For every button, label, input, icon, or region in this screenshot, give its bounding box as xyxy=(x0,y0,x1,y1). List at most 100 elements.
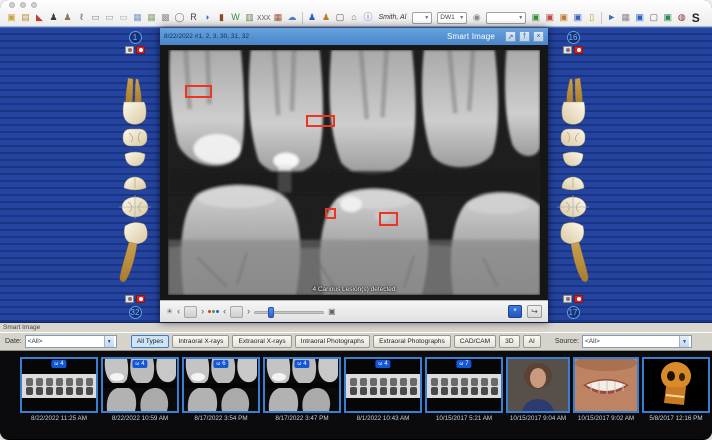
capture-red-icon[interactable]: ▣ xyxy=(543,10,556,25)
image-blue-icon[interactable]: ▦ xyxy=(131,10,144,25)
alert-chart-icon[interactable] xyxy=(136,46,145,54)
xray-image[interactable]: 4 Carious Lesion(s) detected xyxy=(168,50,540,295)
mic-icon[interactable]: ◉ xyxy=(470,10,483,25)
patient-orange-icon[interactable]: ♟ xyxy=(320,10,333,25)
zoom-slider[interactable] xyxy=(254,307,324,317)
table-icon[interactable]: ▦ xyxy=(619,10,632,25)
filter-button-extraoral-photographs[interactable]: Extraoral Photographs xyxy=(373,335,451,348)
tooth-illustrations-right[interactable] xyxy=(555,76,591,288)
app-green-icon[interactable]: ▣ xyxy=(661,10,674,25)
filter-button-extraoral-x-rays[interactable]: Extraoral X-rays xyxy=(232,335,291,348)
pin-icon[interactable]: † xyxy=(519,31,530,42)
tooth-illustrations-left[interactable] xyxy=(117,76,153,288)
carious-lesion-box-3[interactable] xyxy=(325,208,336,219)
letter-r-tool-icon[interactable]: R xyxy=(187,10,200,25)
rect-select-alt-icon[interactable]: ▭ xyxy=(103,10,116,25)
filter-button-3d[interactable]: 3D xyxy=(499,335,519,348)
cloud-sync-icon[interactable]: ☁ xyxy=(286,10,299,25)
tooth-number-1[interactable]: 1 xyxy=(129,31,142,44)
workstation-icon[interactable]: ⌂ xyxy=(348,10,361,25)
patient-copy-icon[interactable]: ♟ xyxy=(61,10,74,25)
carious-lesion-box-2[interactable] xyxy=(306,115,335,127)
logo-s[interactable]: S xyxy=(689,10,702,25)
patient-select[interactable]: ▼ xyxy=(412,12,432,24)
alert-chart-icon[interactable] xyxy=(574,295,583,303)
zoom-level-label[interactable]: xxx xyxy=(257,10,271,25)
record-icon[interactable]: ◍ xyxy=(675,10,688,25)
circle-tool-icon[interactable]: ◯ xyxy=(173,10,186,25)
tooth-number-17[interactable]: 17 xyxy=(567,306,580,319)
annotate-flag-icon[interactable]: ◣ xyxy=(33,10,46,25)
restorative-chart-icon[interactable] xyxy=(563,46,572,54)
carious-lesion-box-1[interactable] xyxy=(185,85,212,99)
perio-chart-icon[interactable]: W xyxy=(229,10,242,25)
capture-blue-icon[interactable]: ▣ xyxy=(571,10,584,25)
prev-image-button[interactable]: ‹ xyxy=(177,307,180,316)
send-icon[interactable]: ► xyxy=(605,10,618,25)
prev-series-button[interactable]: ‹ xyxy=(223,307,226,316)
filter-button-ai[interactable]: AI xyxy=(523,335,541,348)
thumbnail-5-strip[interactable]: ω4 8/1/2022 10:43 AM xyxy=(344,357,422,422)
thumbnail-4-xray[interactable]: ω4 8/17/2022 3:47 PM xyxy=(263,357,341,422)
open-folder-icon[interactable]: ▣ xyxy=(5,10,18,25)
toolbar-separator xyxy=(302,12,303,24)
thumbnail-9-skull[interactable]: 5/8/2017 12:16 PM xyxy=(642,357,710,422)
close-window-button[interactable] xyxy=(9,2,15,8)
tooth-chart-icon[interactable]: ▥ xyxy=(243,10,256,25)
thumbnail-3-xray[interactable]: ω6 8/17/2022 3:54 PM xyxy=(182,357,260,422)
color-mode-icon[interactable] xyxy=(208,310,219,313)
capture-green-icon[interactable]: ▣ xyxy=(529,10,542,25)
next-series-button[interactable]: › xyxy=(247,307,250,316)
copy-pages-icon[interactable]: ▣ xyxy=(328,307,336,316)
image-green-icon[interactable]: ▦ xyxy=(145,10,158,25)
tooth-number-16[interactable]: 16 xyxy=(567,31,580,44)
series-slot-button[interactable] xyxy=(230,306,243,318)
app-blue-icon[interactable]: ▣ xyxy=(633,10,646,25)
window-icon[interactable]: ▢ xyxy=(647,10,660,25)
gallery-icon[interactable]: ▩ xyxy=(159,10,172,25)
alert-chart-icon[interactable] xyxy=(136,295,145,303)
brightness-icon[interactable]: ☀ xyxy=(166,307,173,316)
export-icon[interactable]: ↪ xyxy=(527,305,542,318)
info-icon[interactable]: ⓘ xyxy=(362,10,375,25)
ai-analysis-button[interactable]: * xyxy=(508,305,522,318)
sensor-icon[interactable]: ◗ xyxy=(201,10,214,25)
battery-icon[interactable]: ▯ xyxy=(585,10,598,25)
source-filter-select[interactable]: <All>▼ xyxy=(582,335,692,348)
minimize-window-button[interactable] xyxy=(20,2,26,8)
crop-icon[interactable]: ▭ xyxy=(117,10,130,25)
thumbnail-7-portrait[interactable]: 10/15/2017 9:04 AM xyxy=(506,357,570,422)
draw-pen-icon[interactable]: ℓ xyxy=(75,10,88,25)
zoom-window-button[interactable] xyxy=(31,2,37,8)
close-icon[interactable]: × xyxy=(533,31,544,42)
patient-dark-icon[interactable]: ♟ xyxy=(47,10,60,25)
device-brown-icon[interactable]: ▮ xyxy=(215,10,228,25)
expand-icon[interactable]: ↗ xyxy=(505,31,516,42)
capture-orange-icon[interactable]: ▣ xyxy=(557,10,570,25)
filter-button-all-types[interactable]: All Types xyxy=(131,335,170,348)
template-select[interactable]: ▼ xyxy=(486,12,526,24)
date-filter-select[interactable]: <All>▼ xyxy=(25,335,117,348)
carious-lesion-box-4[interactable] xyxy=(379,212,398,226)
restorative-chart-icon[interactable] xyxy=(125,295,134,303)
edit-note-icon[interactable]: ▤ xyxy=(19,10,32,25)
image-slot-button[interactable] xyxy=(184,306,197,318)
restorative-chart-icon[interactable] xyxy=(563,295,572,303)
alert-chart-icon[interactable] xyxy=(574,46,583,54)
slider-handle[interactable] xyxy=(268,307,274,318)
thumbnail-1-strip[interactable]: ω4 8/22/2022 11:25 AM xyxy=(20,357,98,422)
calendar-icon[interactable]: ▦ xyxy=(272,10,285,25)
next-image-button[interactable]: › xyxy=(201,307,204,316)
filter-button-intraoral-x-rays[interactable]: Intraoral X-rays xyxy=(172,335,229,348)
thumbnail-8-smile[interactable]: 10/15/2017 9:02 AM xyxy=(573,357,639,422)
rect-select-icon[interactable]: ▭ xyxy=(89,10,102,25)
restorative-chart-icon[interactable] xyxy=(125,46,134,54)
filter-button-intraoral-photographs[interactable]: Intraoral Photographs xyxy=(295,335,370,348)
filter-button-cad-cam[interactable]: CAD/CAM xyxy=(454,335,496,348)
thumbnail-6-strip[interactable]: ω7 10/15/2017 5:21 AM xyxy=(425,357,503,422)
thumbnail-2-xray[interactable]: ω4 8/22/2022 10:59 AM xyxy=(101,357,179,422)
patient-blue-icon[interactable]: ♟ xyxy=(306,10,319,25)
tooth-number-32[interactable]: 32 xyxy=(129,306,142,319)
monitor-icon[interactable]: ▢ xyxy=(334,10,347,25)
device-select[interactable]: DW1▼ xyxy=(437,12,467,24)
